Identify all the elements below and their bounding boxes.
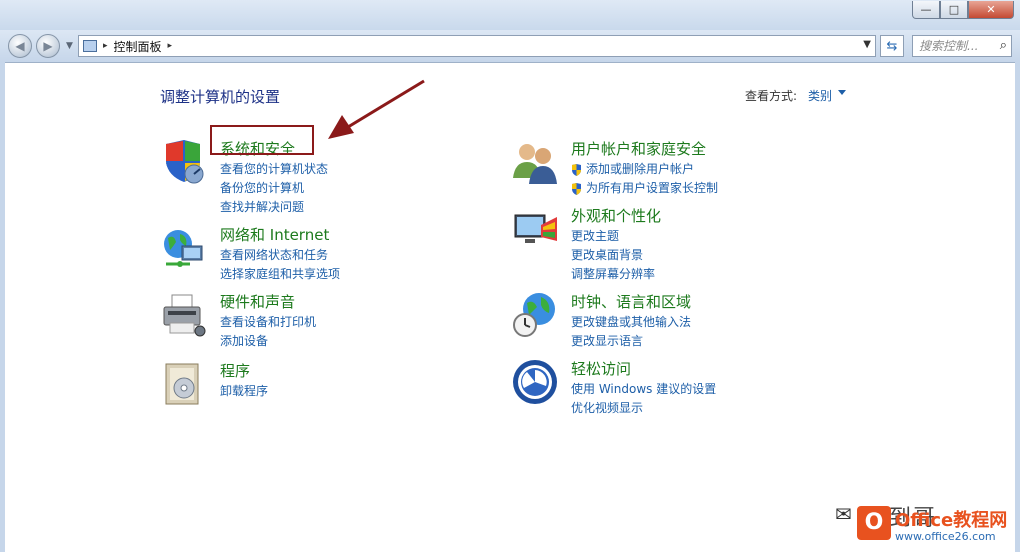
category-links: 使用 Windows 建议的设置 优化视频显示 [571, 380, 716, 418]
breadcrumb-separator-icon[interactable]: ▸ [103, 41, 108, 51]
category-links: 更改主题 更改桌面背景 调整屏幕分辨率 [571, 227, 655, 284]
window-border-right [1015, 62, 1020, 552]
category-links: 更改键盘或其他输入法 更改显示语言 [571, 313, 691, 351]
breadcrumb-control-panel[interactable]: 控制面板 [114, 38, 162, 55]
breadcrumb-separator-icon[interactable]: ▸ [168, 41, 173, 51]
programs-box-icon[interactable] [160, 360, 208, 408]
clock-globe-icon[interactable] [511, 291, 559, 339]
printer-icon[interactable] [160, 291, 208, 339]
link-backup-computer[interactable]: 备份您的计算机 [220, 179, 328, 198]
back-arrow-icon: ◀ [15, 39, 25, 53]
category-title[interactable]: 用户帐户和家庭安全 [571, 138, 706, 159]
search-placeholder: 搜索控制... [919, 39, 979, 53]
search-input[interactable]: 搜索控制... ⌕ [912, 35, 1012, 57]
category-links: 查看您的计算机状态 备份您的计算机 查找并解决问题 [220, 160, 328, 217]
annotation-arrow-icon [328, 79, 425, 139]
category-title[interactable]: 轻松访问 [571, 358, 631, 379]
link-text[interactable]: 添加或删除用户帐户 [586, 160, 694, 179]
control-panel-icon [83, 40, 97, 52]
address-bar[interactable]: ▸ 控制面板 ▸ ▼ [78, 35, 876, 57]
category-links: 查看网络状态和任务 选择家庭组和共享选项 [220, 246, 340, 284]
page-title: 调整计算机的设置 [160, 88, 281, 106]
link-add-remove-accounts[interactable]: 添加或删除用户帐户 [571, 160, 718, 179]
link-homegroup-sharing[interactable]: 选择家庭组和共享选项 [220, 265, 340, 284]
watermark-brand: Office教程网 [895, 510, 1008, 531]
wechat-icon: ✉ [835, 502, 852, 526]
window-border-left [0, 62, 5, 552]
view-by-dropdown[interactable]: 类别 [808, 87, 832, 104]
forward-button[interactable]: ▶ [36, 34, 60, 58]
appearance-monitor-icon[interactable] [511, 205, 559, 253]
link-change-input-method[interactable]: 更改键盘或其他输入法 [571, 313, 691, 332]
category-links: 查看设备和打印机 添加设备 [220, 313, 316, 351]
uac-shield-icon [572, 182, 581, 195]
link-troubleshoot[interactable]: 查找并解决问题 [220, 198, 328, 217]
link-view-computer-status[interactable]: 查看您的计算机状态 [220, 160, 328, 179]
link-text[interactable]: 为所有用户设置家长控制 [586, 179, 718, 198]
maximize-button[interactable]: □ [940, 1, 968, 19]
minimize-button[interactable]: — [912, 1, 940, 19]
view-by-caret-icon[interactable] [838, 90, 846, 95]
address-dropdown-icon[interactable]: ▼ [863, 39, 871, 50]
title-bar: — □ ✕ [0, 0, 1020, 30]
category-title[interactable]: 硬件和声音 [220, 291, 295, 312]
link-add-device[interactable]: 添加设备 [220, 332, 316, 351]
network-globe-icon[interactable] [160, 224, 208, 272]
link-optimize-visual-display[interactable]: 优化视频显示 [571, 399, 716, 418]
link-change-display-language[interactable]: 更改显示语言 [571, 332, 691, 351]
link-network-status[interactable]: 查看网络状态和任务 [220, 246, 340, 265]
window-controls: — □ ✕ [912, 1, 1014, 19]
category-title[interactable]: 网络和 Internet [220, 224, 329, 245]
link-parental-controls[interactable]: 为所有用户设置家长控制 [571, 179, 718, 198]
link-uninstall-program[interactable]: 卸载程序 [220, 382, 268, 401]
view-by-label: 查看方式: [745, 89, 798, 103]
category-links: 卸载程序 [220, 382, 268, 401]
recent-pages-dropdown-icon[interactable]: ▼ [66, 41, 73, 51]
category-title[interactable]: 程序 [220, 360, 250, 381]
link-windows-suggested-settings[interactable]: 使用 Windows 建议的设置 [571, 380, 716, 399]
highlight-box [210, 125, 314, 155]
watermark-url: www.office26.com [895, 530, 996, 543]
category-title[interactable]: 时钟、语言和区域 [571, 291, 691, 312]
link-screen-resolution[interactable]: 调整屏幕分辨率 [571, 265, 655, 284]
users-icon[interactable] [511, 138, 559, 186]
link-change-theme[interactable]: 更改主题 [571, 227, 655, 246]
link-desktop-background[interactable]: 更改桌面背景 [571, 246, 655, 265]
category-title[interactable]: 外观和个性化 [571, 205, 661, 226]
watermark: ✉ 即到哥 O Office教程网 www.office26.com [835, 500, 1020, 552]
navigation-bar: ◀ ▶ ▼ ▸ 控制面板 ▸ ▼ ⇆ 搜索控制... ⌕ [0, 30, 1020, 63]
ease-of-access-icon[interactable] [511, 358, 559, 406]
shield-icon[interactable] [160, 138, 208, 186]
office-logo-icon: O [857, 506, 891, 540]
close-button[interactable]: ✕ [968, 1, 1014, 19]
uac-shield-icon [572, 163, 581, 176]
forward-arrow-icon: ▶ [43, 39, 53, 53]
category-links: 添加或删除用户帐户 为所有用户设置家长控制 [571, 160, 718, 198]
link-devices-printers[interactable]: 查看设备和打印机 [220, 313, 316, 332]
back-button[interactable]: ◀ [8, 34, 32, 58]
refresh-button[interactable]: ⇆ [880, 35, 904, 57]
search-icon[interactable]: ⌕ [1000, 36, 1007, 56]
refresh-icon: ⇆ [886, 38, 898, 54]
